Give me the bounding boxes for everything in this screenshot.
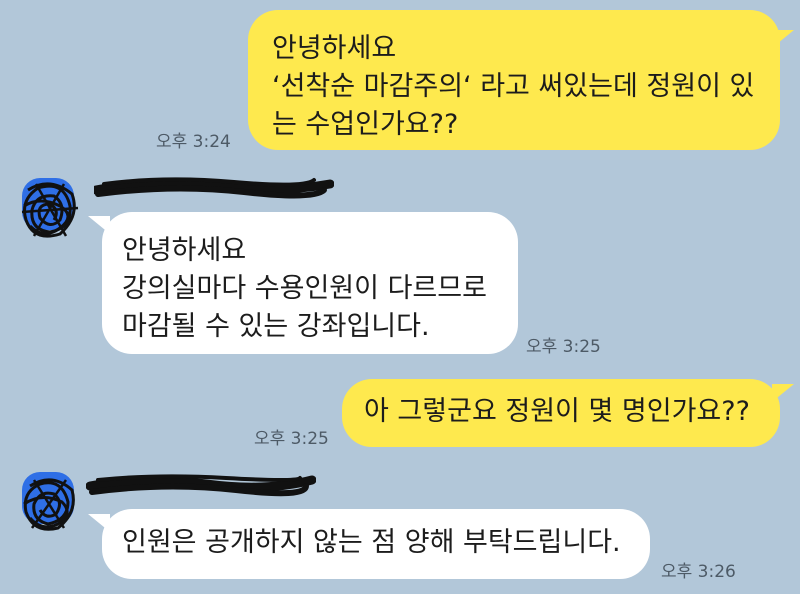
my-message-bubble[interactable]: 아 그렇군요 정원이 몇 명인가요?? (342, 379, 780, 447)
avatar[interactable] (20, 176, 80, 238)
message-text: 강의실마다 수용인원이 다르므로 (122, 273, 487, 304)
message-text: ‘선착순 마감주의‘ 라고 써있는데 정원이 있 (272, 71, 755, 102)
their-message-bubble[interactable]: 인원은 공개하지 않는 점 양해 부탁드립니다. (102, 509, 650, 579)
my-bubble-tail (772, 384, 794, 402)
message-text: 안녕하세요 (272, 33, 397, 64)
message-timestamp: 오후 3:25 (254, 429, 329, 449)
message-timestamp: 오후 3:24 (156, 132, 231, 152)
message-text: 마감될 수 있는 강좌입니다. (122, 311, 430, 342)
message-text: 인원은 공개하지 않는 점 양해 부탁드립니다. (122, 527, 621, 558)
sender-name-redacted (85, 470, 317, 504)
their-message-bubble[interactable]: 안녕하세요 강의실마다 수용인원이 다르므로 마감될 수 있는 강좌입니다. (102, 212, 518, 354)
my-message-bubble[interactable]: 안녕하세요 ‘선착순 마감주의‘ 라고 써있는데 정원이 있 는 수업인가요?? (248, 10, 780, 150)
avatar[interactable] (20, 470, 80, 531)
my-bubble-tail (772, 30, 794, 48)
message-text: 는 수업인가요?? (272, 109, 459, 140)
message-timestamp: 오후 3:26 (661, 562, 736, 582)
avatar-image (21, 178, 79, 238)
message-timestamp: 오후 3:25 (526, 337, 601, 357)
avatar-image (22, 472, 75, 531)
message-text: 안녕하세요 (122, 235, 247, 266)
message-text: 아 그렇군요 정원이 몇 명인가요?? (364, 396, 750, 427)
sender-name-redacted (91, 172, 335, 206)
